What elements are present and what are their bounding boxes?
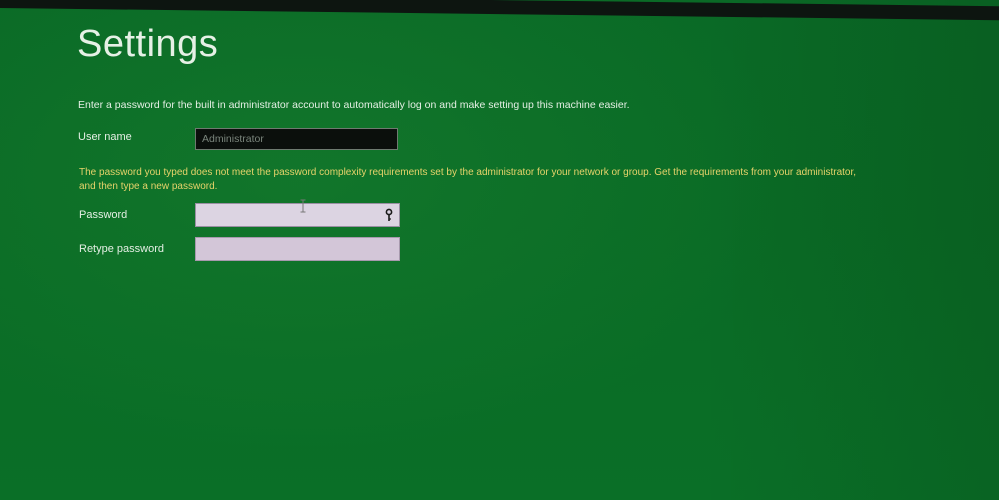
password-field[interactable] [195, 203, 400, 227]
username-field[interactable] [195, 128, 398, 150]
key-reveal-icon[interactable] [383, 208, 395, 222]
page-title: Settings [77, 23, 219, 65]
password-label: Password [79, 209, 128, 221]
retype-password-field[interactable] [195, 237, 400, 261]
intro-text: Enter a password for the built in admini… [78, 99, 630, 111]
settings-screen: Settings Enter a password for the built … [0, 0, 999, 500]
username-label: User name [78, 131, 132, 143]
password-error-message: The password you typed does not meet the… [79, 167, 857, 192]
retype-password-label: Retype password [79, 243, 164, 255]
monitor-bezel [0, 0, 999, 21]
text-cursor-icon [299, 199, 307, 213]
